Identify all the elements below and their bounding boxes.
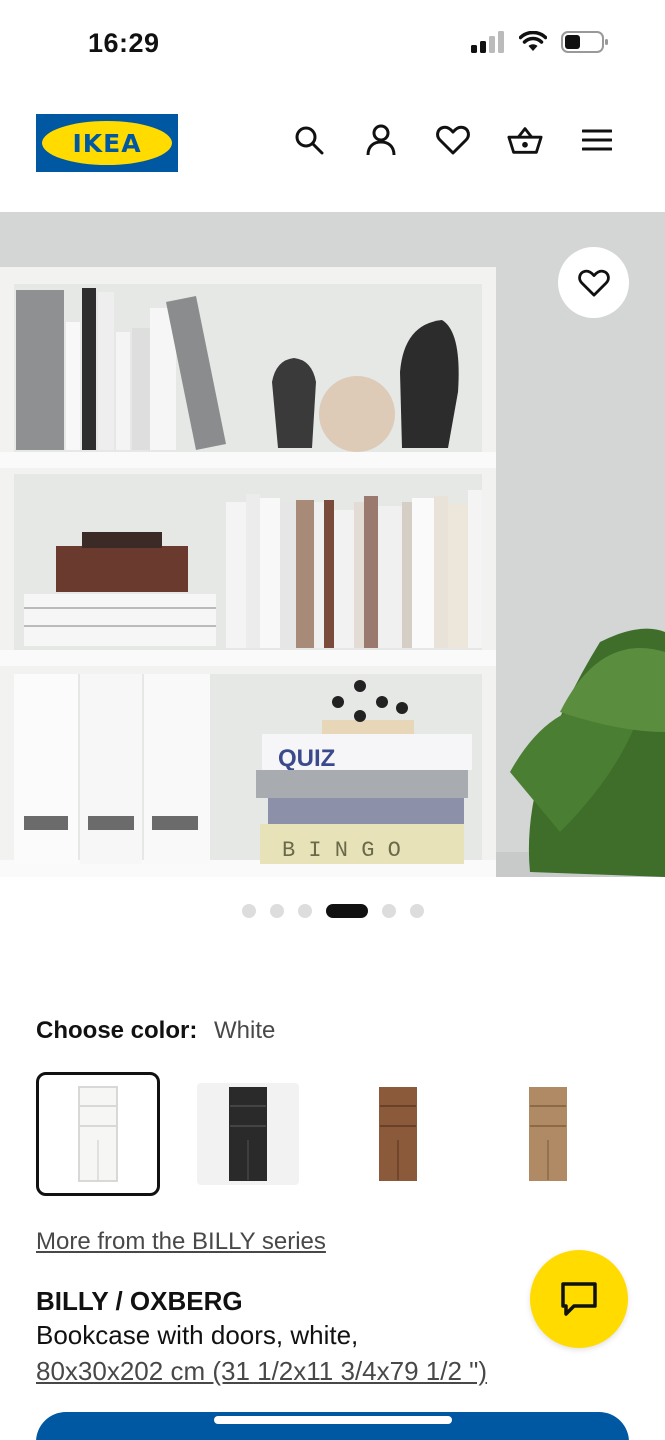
ikea-logo[interactable]: IKEA [36, 114, 178, 172]
product-name: BILLY / OXBERG [36, 1286, 243, 1316]
selected-color-value: White [214, 1017, 276, 1044]
svg-text:QUIZ: QUIZ [278, 745, 335, 772]
status-icons [471, 30, 609, 59]
swatch-white[interactable] [36, 1072, 160, 1196]
status-time: 16:29 [88, 28, 160, 58]
carousel-dot[interactable] [241, 904, 256, 918]
swatch-oak-effect[interactable] [486, 1072, 610, 1196]
carousel-dot[interactable] [381, 904, 396, 918]
color-swatches [36, 1072, 610, 1196]
add-to-favourites-button[interactable] [558, 247, 629, 318]
home-indicator[interactable] [214, 1416, 452, 1424]
product-image[interactable]: QUIZ B I N G O [0, 212, 665, 877]
bookcase-oak-thumbnail [529, 1087, 567, 1181]
chat-button[interactable] [530, 1250, 628, 1348]
basket-icon[interactable] [507, 122, 543, 158]
header-nav [291, 122, 615, 158]
bookcase-white-thumbnail [78, 1086, 118, 1182]
product-description: Bookcase with doors, white, [36, 1320, 359, 1350]
wifi-icon [518, 30, 548, 58]
carousel-dot[interactable] [269, 904, 284, 918]
carousel-dot-active[interactable] [325, 904, 368, 918]
carousel-dots [0, 904, 665, 918]
svg-text:B I N G O: B I N G O [282, 838, 401, 863]
heart-icon [577, 269, 610, 297]
signal-icon [471, 31, 505, 58]
search-icon[interactable] [291, 122, 327, 158]
product-size-link[interactable]: 80x30x202 cm (31 1/2x11 3/4x79 1/2 ") [36, 1356, 487, 1387]
bookcase-illustration: QUIZ B I N G O [0, 212, 665, 877]
more-from-series-link[interactable]: More from the BILLY series [36, 1228, 326, 1256]
battery-icon [561, 30, 609, 59]
bookcase-black-thumbnail [229, 1087, 267, 1181]
site-header: IKEA [0, 90, 665, 212]
menu-icon[interactable] [579, 122, 615, 158]
swatch-brown-walnut[interactable] [336, 1072, 460, 1196]
swatch-black-brown[interactable] [186, 1072, 310, 1196]
status-bar: 16:29 [0, 0, 665, 90]
color-chooser-heading: Choose color: White [36, 1017, 275, 1045]
carousel-dot[interactable] [409, 904, 424, 918]
logo-text: IKEA [72, 128, 142, 158]
chat-icon [561, 1282, 597, 1316]
choose-color-label: Choose color: [36, 1017, 198, 1044]
heart-icon[interactable] [435, 122, 471, 158]
carousel-dot[interactable] [297, 904, 312, 918]
bookcase-walnut-thumbnail [379, 1087, 417, 1181]
account-icon[interactable] [363, 122, 399, 158]
